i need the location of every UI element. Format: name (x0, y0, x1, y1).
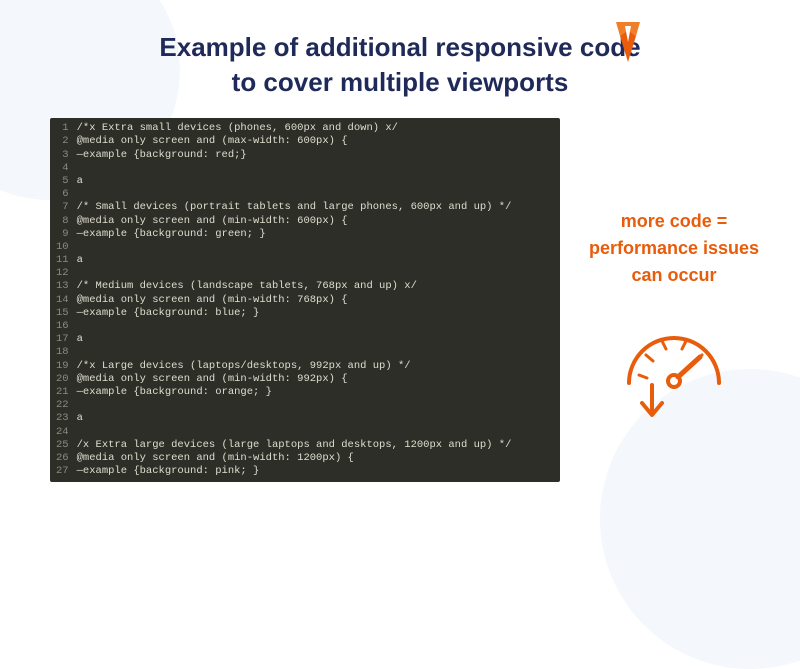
line-number: 5 (56, 175, 69, 188)
content-area: 1234567891011121314151617181920212223242… (0, 100, 800, 482)
header: Example of additional responsive code to… (0, 0, 800, 100)
line-number: 27 (56, 465, 69, 478)
line-number: 6 (56, 188, 69, 201)
code-line: @media only screen and (min-width: 768px… (77, 294, 550, 307)
line-number: 24 (56, 426, 69, 439)
code-line: a (77, 333, 550, 346)
code-line: /* Small devices (portrait tablets and l… (77, 201, 550, 214)
side-callout: more code = performance issues can occur (560, 118, 770, 423)
code-line: —example {background: pink; } (77, 465, 550, 478)
line-number: 20 (56, 373, 69, 386)
title-line-2: to cover multiple viewports (232, 67, 569, 97)
line-number: 12 (56, 267, 69, 280)
line-number: 11 (56, 254, 69, 267)
line-number: 1 (56, 122, 69, 135)
code-body: /*x Extra small devices (phones, 600px a… (77, 122, 560, 478)
code-line: @media only screen and (min-width: 992px… (77, 373, 550, 386)
callout-line-2: performance issues (589, 238, 759, 258)
line-number: 8 (56, 215, 69, 228)
line-number: 21 (56, 386, 69, 399)
code-line: @media only screen and (min-width: 1200p… (77, 452, 550, 465)
code-line: @media only screen and (min-width: 600px… (77, 215, 550, 228)
line-number: 2 (56, 135, 69, 148)
code-line: /*x Large devices (laptops/desktops, 992… (77, 360, 550, 373)
line-number: 13 (56, 280, 69, 293)
code-line (77, 188, 550, 201)
code-line (77, 426, 550, 439)
line-number: 4 (56, 162, 69, 175)
code-line: @media only screen and (max-width: 600px… (77, 135, 550, 148)
line-number: 9 (56, 228, 69, 241)
line-number: 14 (56, 294, 69, 307)
line-number: 23 (56, 412, 69, 425)
line-number: 18 (56, 346, 69, 359)
code-line (77, 267, 550, 280)
code-line: /* Medium devices (landscape tablets, 76… (77, 280, 550, 293)
callout-line-3: can occur (631, 265, 716, 285)
page-title: Example of additional responsive code to… (159, 30, 640, 100)
code-line: /*x Extra small devices (phones, 600px a… (77, 122, 550, 135)
code-line: a (77, 254, 550, 267)
code-line: —example {background: orange; } (77, 386, 550, 399)
code-line: —example {background: blue; } (77, 307, 550, 320)
gauge-illustration (578, 313, 770, 423)
line-number: 25 (56, 439, 69, 452)
line-number: 7 (56, 201, 69, 214)
code-line: —example {background: green; } (77, 228, 550, 241)
code-line: —example {background: red;} (77, 149, 550, 162)
title-line-1: Example of additional responsive code (159, 32, 640, 62)
line-number: 22 (56, 399, 69, 412)
code-line (77, 320, 550, 333)
line-number: 26 (56, 452, 69, 465)
code-line (77, 346, 550, 359)
line-number: 15 (56, 307, 69, 320)
line-number: 10 (56, 241, 69, 254)
speed-gauge-down-icon (614, 313, 734, 423)
code-line: /x Extra large devices (large laptops an… (77, 439, 550, 452)
line-number: 19 (56, 360, 69, 373)
wp-rocket-logo-icon (614, 22, 642, 62)
code-line-numbers: 1234567891011121314151617181920212223242… (50, 122, 77, 478)
code-sample: 1234567891011121314151617181920212223242… (50, 118, 560, 482)
code-line (77, 162, 550, 175)
code-line (77, 399, 550, 412)
line-number: 3 (56, 149, 69, 162)
code-line (77, 241, 550, 254)
callout-line-1: more code = (621, 211, 728, 231)
line-number: 16 (56, 320, 69, 333)
code-line: a (77, 175, 550, 188)
line-number: 17 (56, 333, 69, 346)
code-line: a (77, 412, 550, 425)
callout-text: more code = performance issues can occur (578, 208, 770, 289)
